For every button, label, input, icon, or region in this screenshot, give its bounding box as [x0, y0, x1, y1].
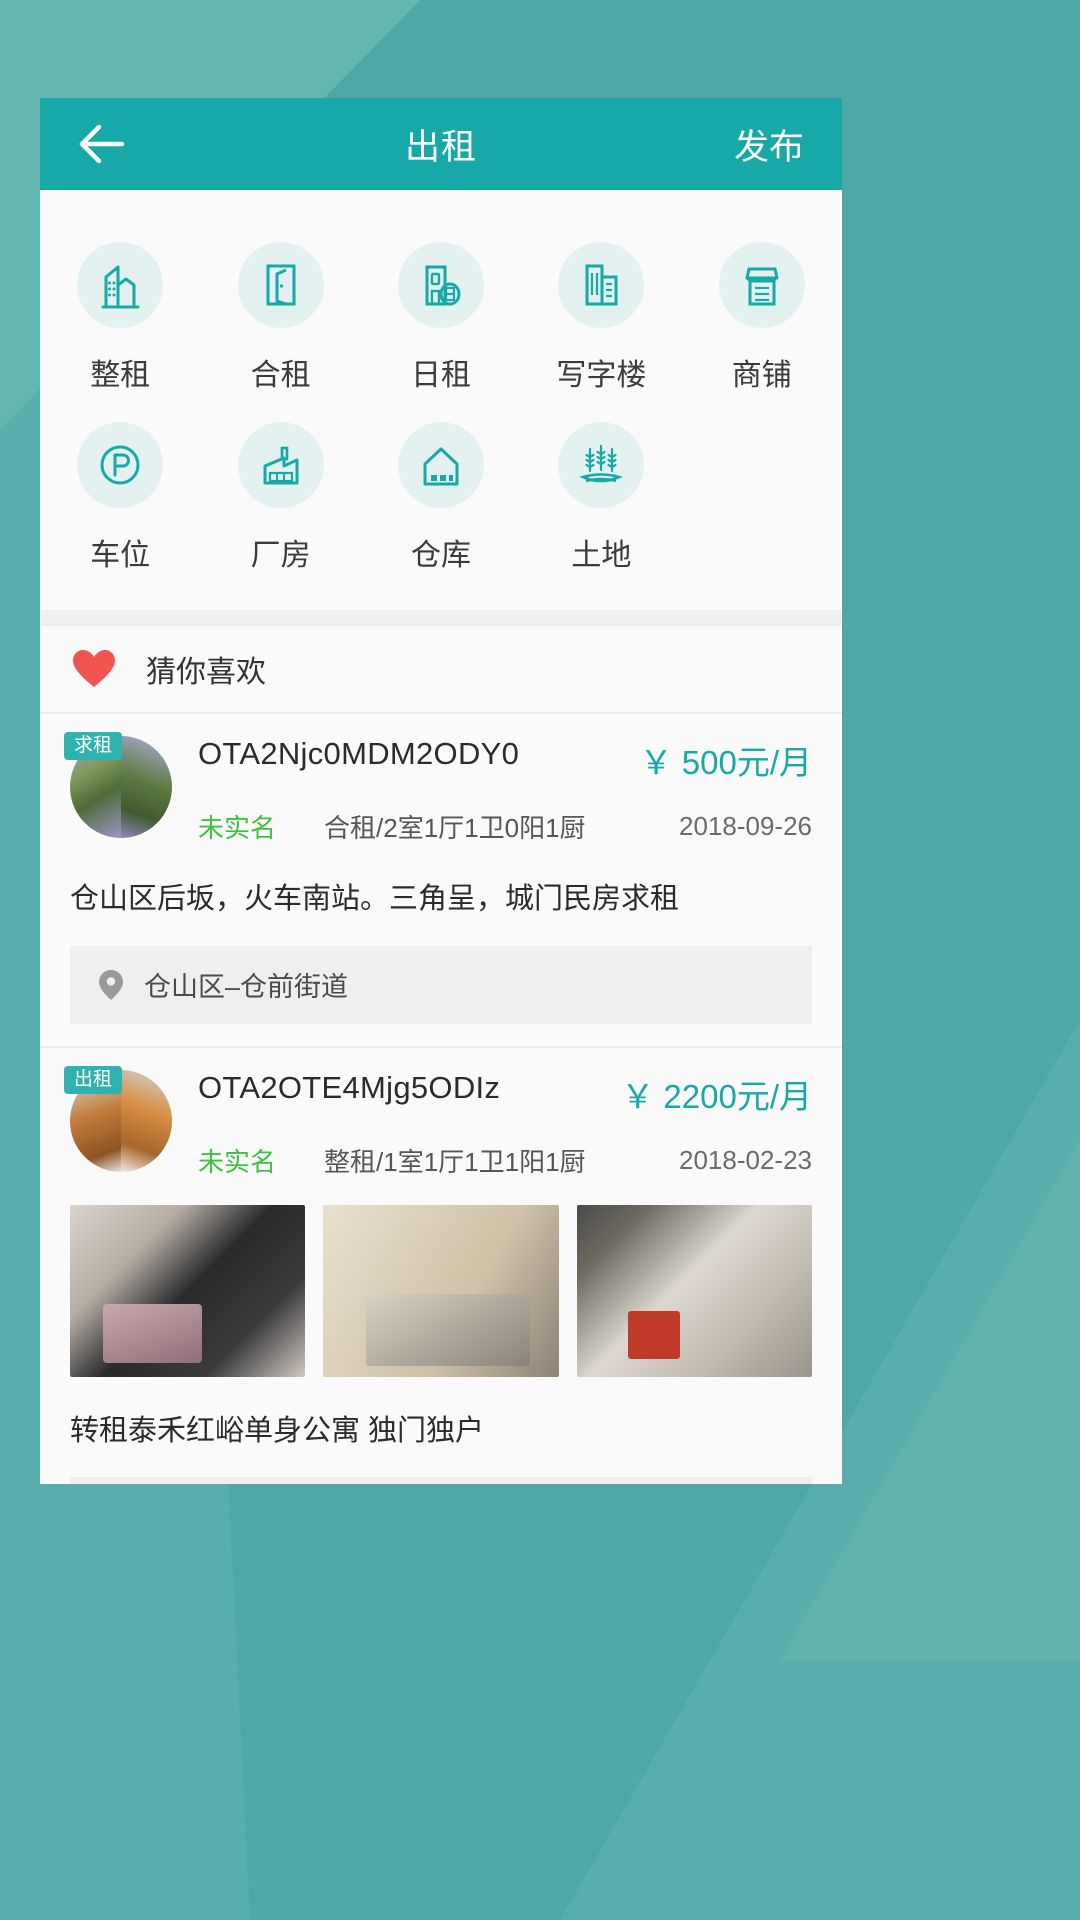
- listing-code: OTA2Njc0MDM2ODY0: [198, 736, 520, 771]
- location-pin-icon: [94, 969, 128, 1001]
- publish-button[interactable]: 发布: [734, 119, 804, 170]
- recommend-title: 猜你喜欢: [146, 656, 266, 689]
- category-item-cheweì[interactable]: 车位: [40, 404, 200, 584]
- listing-price: ￥ 500元/月: [639, 744, 812, 781]
- category-item-cangku[interactable]: 仓库: [361, 404, 521, 584]
- category-item-hezu[interactable]: 合租: [200, 224, 360, 404]
- category-label: 合租: [250, 359, 311, 392]
- category-label: 仓库: [410, 539, 471, 572]
- listing-date: 2018-09-26: [679, 811, 812, 841]
- listing-photo[interactable]: [70, 1204, 306, 1377]
- back-arrow-icon[interactable]: [78, 121, 130, 167]
- office-tower-icon: [558, 242, 645, 328]
- category-label: 土地: [571, 539, 632, 572]
- category-item-changfang[interactable]: 厂房: [200, 404, 360, 584]
- category-row-1: 整租 合租 日租 写字楼 商铺: [40, 224, 842, 404]
- open-door-icon: [237, 242, 324, 328]
- avatar-wrap: 求租: [64, 732, 172, 838]
- listing-spec: 合租/2室1厅1卫0阳1厨: [324, 813, 586, 843]
- category-label: 写字楼: [556, 359, 647, 392]
- listing-address-box[interactable]: 仓山区–仓前街道: [70, 945, 812, 1024]
- listing-header: 求租 OTA2Njc0MDM2ODY0 ￥ 500元/月 未实名 合租/2室1厅…: [64, 714, 812, 845]
- listing-photo[interactable]: [323, 1204, 559, 1377]
- category-item-shangpu[interactable]: 商铺: [682, 224, 842, 404]
- verify-status: 未实名: [198, 813, 277, 843]
- category-item-zhengzu[interactable]: 整租: [40, 224, 200, 404]
- listing-spec: 整租/1室1厅1卫1阳1厨: [324, 1146, 586, 1177]
- status-badge: 出租: [64, 1065, 123, 1094]
- listing-info: OTA2Njc0MDM2ODY0 ￥ 500元/月 未实名 合租/2室1厅1卫0…: [198, 736, 812, 845]
- warehouse-icon: [397, 422, 484, 508]
- factory-icon: [237, 422, 324, 508]
- listing-description: 转租泰禾红峪单身公寓 独门独户: [70, 1414, 485, 1447]
- listing-card[interactable]: 出租 OTA2OTE4Mjg5ODIz ￥ 2200元/月 未实名 整租/1室1…: [40, 1047, 842, 1484]
- wheat-land-icon: [558, 422, 645, 508]
- category-label: 整租: [90, 359, 151, 392]
- listing-price: ￥ 2200元/月: [621, 1077, 812, 1115]
- building-apartment-icon: [77, 242, 164, 328]
- listing-address: 仓山区–仓前街道: [144, 972, 349, 1003]
- category-label: 商铺: [731, 359, 792, 392]
- daily-rent-building-icon: [397, 242, 484, 328]
- recommend-header: 猜你喜欢: [40, 626, 842, 712]
- listing-info: OTA2OTE4Mjg5ODIz ￥ 2200元/月 未实名 整租/1室1厅1卫…: [198, 1070, 812, 1179]
- category-label: 车位: [90, 539, 151, 572]
- category-label: 日租: [410, 359, 471, 392]
- listing-card[interactable]: 求租 OTA2Njc0MDM2ODY0 ￥ 500元/月 未实名 合租/2室1厅…: [40, 714, 842, 1046]
- shop-storefront-icon: [718, 242, 805, 328]
- parking-p-icon: [77, 422, 164, 508]
- category-item-tudi[interactable]: 土地: [521, 404, 681, 584]
- category-item-rizu[interactable]: 日租: [361, 224, 521, 404]
- status-badge: 求租: [64, 732, 123, 760]
- listing-description: 仓山区后坂，火车南站。三角呈，城门民房求租: [70, 883, 680, 915]
- page-title: 出租: [404, 127, 477, 167]
- category-row-2: 车位 厂房 仓库 土地: [40, 404, 842, 584]
- listing-date: 2018-02-23: [679, 1144, 812, 1175]
- category-panel: 整租 合租 日租 写字楼 商铺 车位 厂房 仓库 土地: [40, 190, 842, 610]
- avatar-wrap: 出租: [64, 1065, 172, 1172]
- verify-status: 未实名: [198, 1146, 277, 1177]
- section-divider: [40, 610, 842, 626]
- listing-code: OTA2OTE4Mjg5ODIz: [198, 1069, 501, 1105]
- app-viewport: 出租 发布 整租 合租 日租 写字楼 商铺 车位 厂房 仓库 土地 猜你喜欢 求…: [40, 98, 842, 1484]
- category-label: 厂房: [250, 539, 311, 572]
- app-header: 出租 发布: [40, 98, 842, 190]
- listing-address-box[interactable]: 泰禾红峪14号楼5单元705-泰禾红峪14号楼5单元705: [70, 1477, 812, 1484]
- listing-photo[interactable]: [576, 1204, 812, 1377]
- category-item-xiezilou[interactable]: 写字楼: [521, 224, 681, 404]
- listing-header: 出租 OTA2OTE4Mjg5ODIz ￥ 2200元/月 未实名 整租/1室1…: [64, 1048, 812, 1179]
- listing-photo-row: [70, 1204, 812, 1377]
- heart-icon: [70, 647, 118, 691]
